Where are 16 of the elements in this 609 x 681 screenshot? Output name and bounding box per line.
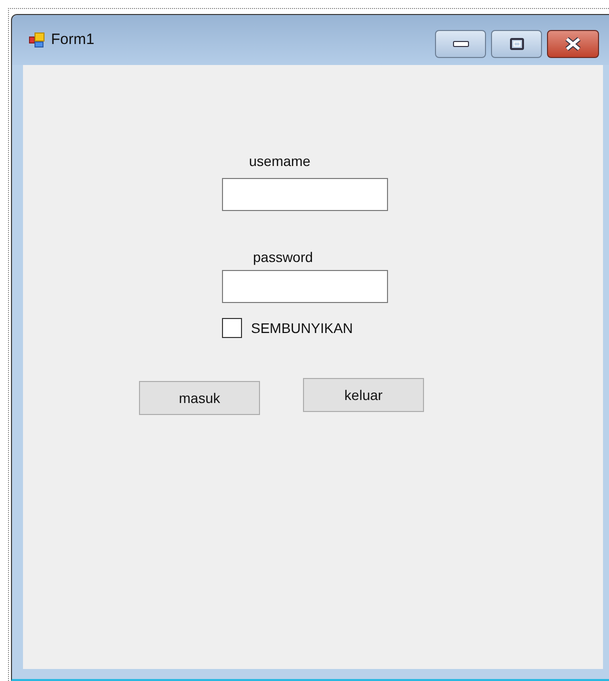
close-icon <box>564 37 582 51</box>
window-title: Form1 <box>51 30 94 50</box>
checkbox[interactable] <box>222 318 242 338</box>
field-label: usemame <box>249 152 310 171</box>
field-label: password <box>253 248 313 267</box>
maximize-icon <box>510 38 524 50</box>
login-button[interactable]: masuk <box>139 381 260 415</box>
form-icon <box>29 32 45 48</box>
maximize-button[interactable] <box>491 30 542 58</box>
minimize-icon <box>452 41 468 47</box>
minimize-button[interactable] <box>435 30 486 58</box>
close-button[interactable] <box>547 30 599 58</box>
exit-button[interactable]: keluar <box>303 378 424 412</box>
text-field[interactable] <box>222 178 388 211</box>
checkbox-label: SEMBUNYIKAN <box>251 319 353 338</box>
text-field[interactable] <box>222 270 388 303</box>
